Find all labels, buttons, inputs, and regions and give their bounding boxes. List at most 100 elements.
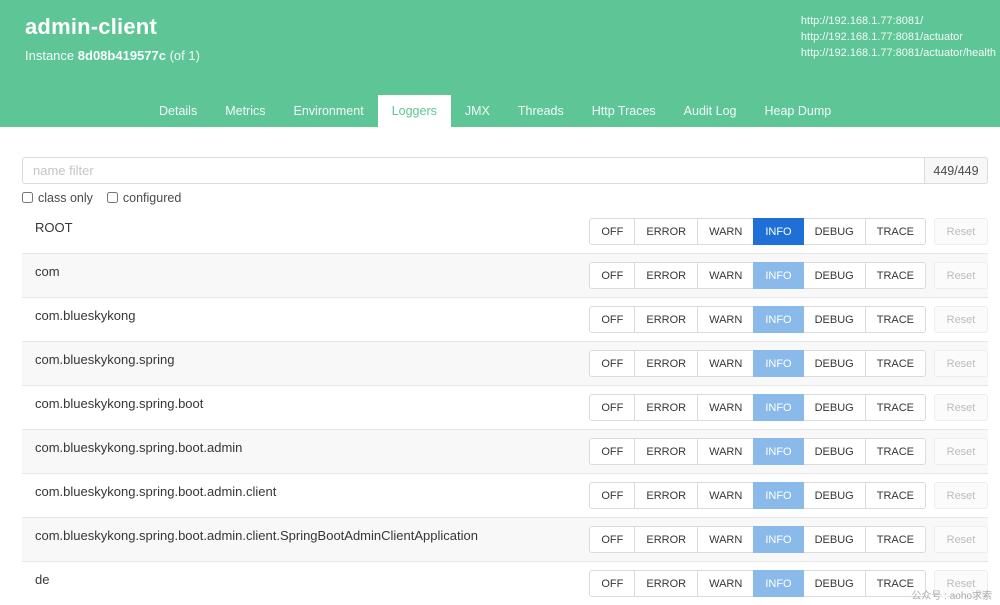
reset-button[interactable]: Reset [934,218,988,245]
tab-threads[interactable]: Threads [504,95,578,127]
reset-button[interactable]: Reset [934,438,988,465]
level-button-warn[interactable]: WARN [697,262,755,289]
level-button-debug[interactable]: DEBUG [802,570,866,597]
level-button-trace[interactable]: TRACE [864,438,926,465]
checkbox-input-configured[interactable] [106,192,118,203]
level-button-error[interactable]: ERROR [634,570,699,597]
logger-name: com.blueskykong.spring [35,352,175,367]
level-button-error[interactable]: ERROR [634,350,699,377]
level-button-info[interactable]: INFO [753,262,804,289]
logger-row: com.blueskykong OFF ERROR WARN INFO DEBUG TRAC… [22,298,988,342]
level-button-group: OFF ERROR WARN INFO DEBUG TRACE [589,394,926,421]
level-button-warn[interactable]: WARN [697,218,755,245]
logger-name: com.blueskykong.spring.boot [35,396,204,411]
level-button-debug[interactable]: DEBUG [802,394,866,421]
row-controls: OFF ERROR WARN INFO DEBUG TRACE Reset [589,342,988,385]
logger-row: com.blueskykong.spring OFF ERROR WARN INFO DE… [22,342,988,386]
level-button-error[interactable]: ERROR [634,394,699,421]
main-content: 449/449 class onlyconfigured ROOTOFFERRO… [0,127,1000,605]
instance-url[interactable]: http://192.168.1.77:8081/actuator/health [801,46,996,62]
level-button-debug[interactable]: DEBUG [802,438,866,465]
level-button-off[interactable]: OFF [589,482,636,509]
logger-name: com.blueskykong.spring.boot.admin.client [35,484,277,499]
level-button-warn[interactable]: WARN [697,394,755,421]
level-button-info[interactable]: INFO [753,350,804,377]
level-button-debug[interactable]: DEBUG [802,262,866,289]
checkbox-class-only[interactable]: class only [22,191,93,205]
logger-row: ROOT OFF ERROR WARN INFO DEBUG TRACE Reset [22,210,988,254]
instance-url[interactable]: http://192.168.1.77:8081/actuator [801,30,996,46]
level-button-trace[interactable]: TRACE [864,394,926,421]
tab-audit-log[interactable]: Audit Log [670,95,751,127]
reset-button[interactable]: Reset [934,482,988,509]
level-button-trace[interactable]: TRACE [864,482,926,509]
level-button-warn[interactable]: WARN [697,438,755,465]
level-button-off[interactable]: OFF [589,526,636,553]
level-button-debug[interactable]: DEBUG [802,218,866,245]
level-button-error[interactable]: ERROR [634,526,699,553]
logger-row: com.blueskykong.spring.boot.admin OFF ERRO… [22,430,988,474]
level-button-info[interactable]: INFO [753,570,804,597]
level-button-off[interactable]: OFF [589,570,636,597]
name-filter-input[interactable] [22,157,924,184]
header: admin-client Instance 8d08b419577c (of 1… [0,0,1000,127]
tab-heap-dump[interactable]: Heap Dump [750,95,845,127]
level-button-trace[interactable]: TRACE [864,218,926,245]
level-button-off[interactable]: OFF [589,218,636,245]
instance-urls: http://192.168.1.77:8081/http://192.168.… [801,14,998,95]
level-button-off[interactable]: OFF [589,262,636,289]
level-button-trace[interactable]: TRACE [864,262,926,289]
level-button-error[interactable]: ERROR [634,218,699,245]
level-button-debug[interactable]: DEBUG [802,526,866,553]
tab-metrics[interactable]: Metrics [211,95,279,127]
reset-button[interactable]: Reset [934,306,988,333]
level-button-trace[interactable]: TRACE [864,350,926,377]
level-button-warn[interactable]: WARN [697,526,755,553]
level-button-trace[interactable]: TRACE [864,526,926,553]
level-button-warn[interactable]: WARN [697,570,755,597]
level-button-warn[interactable]: WARN [697,306,755,333]
level-button-off[interactable]: OFF [589,350,636,377]
reset-button[interactable]: Reset [934,526,988,553]
logger-row: com.blueskykong.spring.boot OFF ERROR WARN I… [22,386,988,430]
logger-name: com.blueskykong.spring.boot.admin [35,440,243,455]
checkbox-input-class-only[interactable] [22,192,33,203]
level-button-info[interactable]: INFO [753,438,804,465]
tab-environment[interactable]: Environment [280,95,378,127]
level-button-error[interactable]: ERROR [634,482,699,509]
level-button-info[interactable]: INFO [753,306,804,333]
tab-loggers[interactable]: Loggers [377,95,451,127]
level-button-trace[interactable]: TRACE [864,306,926,333]
level-button-info[interactable]: INFO [753,482,804,509]
level-button-info[interactable]: INFO [753,394,804,421]
level-button-debug[interactable]: DEBUG [802,482,866,509]
level-button-group: OFF ERROR WARN INFO DEBUG TRACE [589,262,926,289]
level-button-off[interactable]: OFF [589,306,636,333]
level-button-info[interactable]: INFO [753,218,804,245]
level-button-info[interactable]: INFO [753,526,804,553]
tab-details[interactable]: Details [145,95,211,127]
level-button-error[interactable]: ERROR [634,262,699,289]
level-button-debug[interactable]: DEBUG [802,306,866,333]
checkbox-configured[interactable]: configured [106,190,182,205]
instance-label: Instance [25,48,75,63]
instance-url[interactable]: http://192.168.1.77:8081/ [801,14,996,30]
instance-id: 8d08b419577c [77,48,166,63]
tab-jmx[interactable]: JMX [451,95,504,127]
reset-button[interactable]: Reset [934,394,988,421]
level-button-group: OFF ERROR WARN INFO DEBUG TRACE [589,306,926,333]
reset-button[interactable]: Reset [934,350,988,377]
logger-row: de OFF ERROR WARN INFO DEBUG TRACE Reset [22,562,988,605]
level-button-warn[interactable]: WARN [697,350,755,377]
row-controls: OFF ERROR WARN INFO DEBUG TRACE Reset [589,518,988,561]
level-button-warn[interactable]: WARN [697,482,755,509]
level-button-off[interactable]: OFF [589,438,636,465]
level-button-error[interactable]: ERROR [634,306,699,333]
reset-button[interactable]: Reset [934,262,988,289]
level-button-group: OFF ERROR WARN INFO DEBUG TRACE [589,482,926,509]
level-button-debug[interactable]: DEBUG [802,350,866,377]
tab-http-traces[interactable]: Http Traces [578,95,670,127]
level-button-off[interactable]: OFF [589,394,636,421]
level-button-error[interactable]: ERROR [634,438,699,465]
checkbox-label: configured [122,190,182,205]
